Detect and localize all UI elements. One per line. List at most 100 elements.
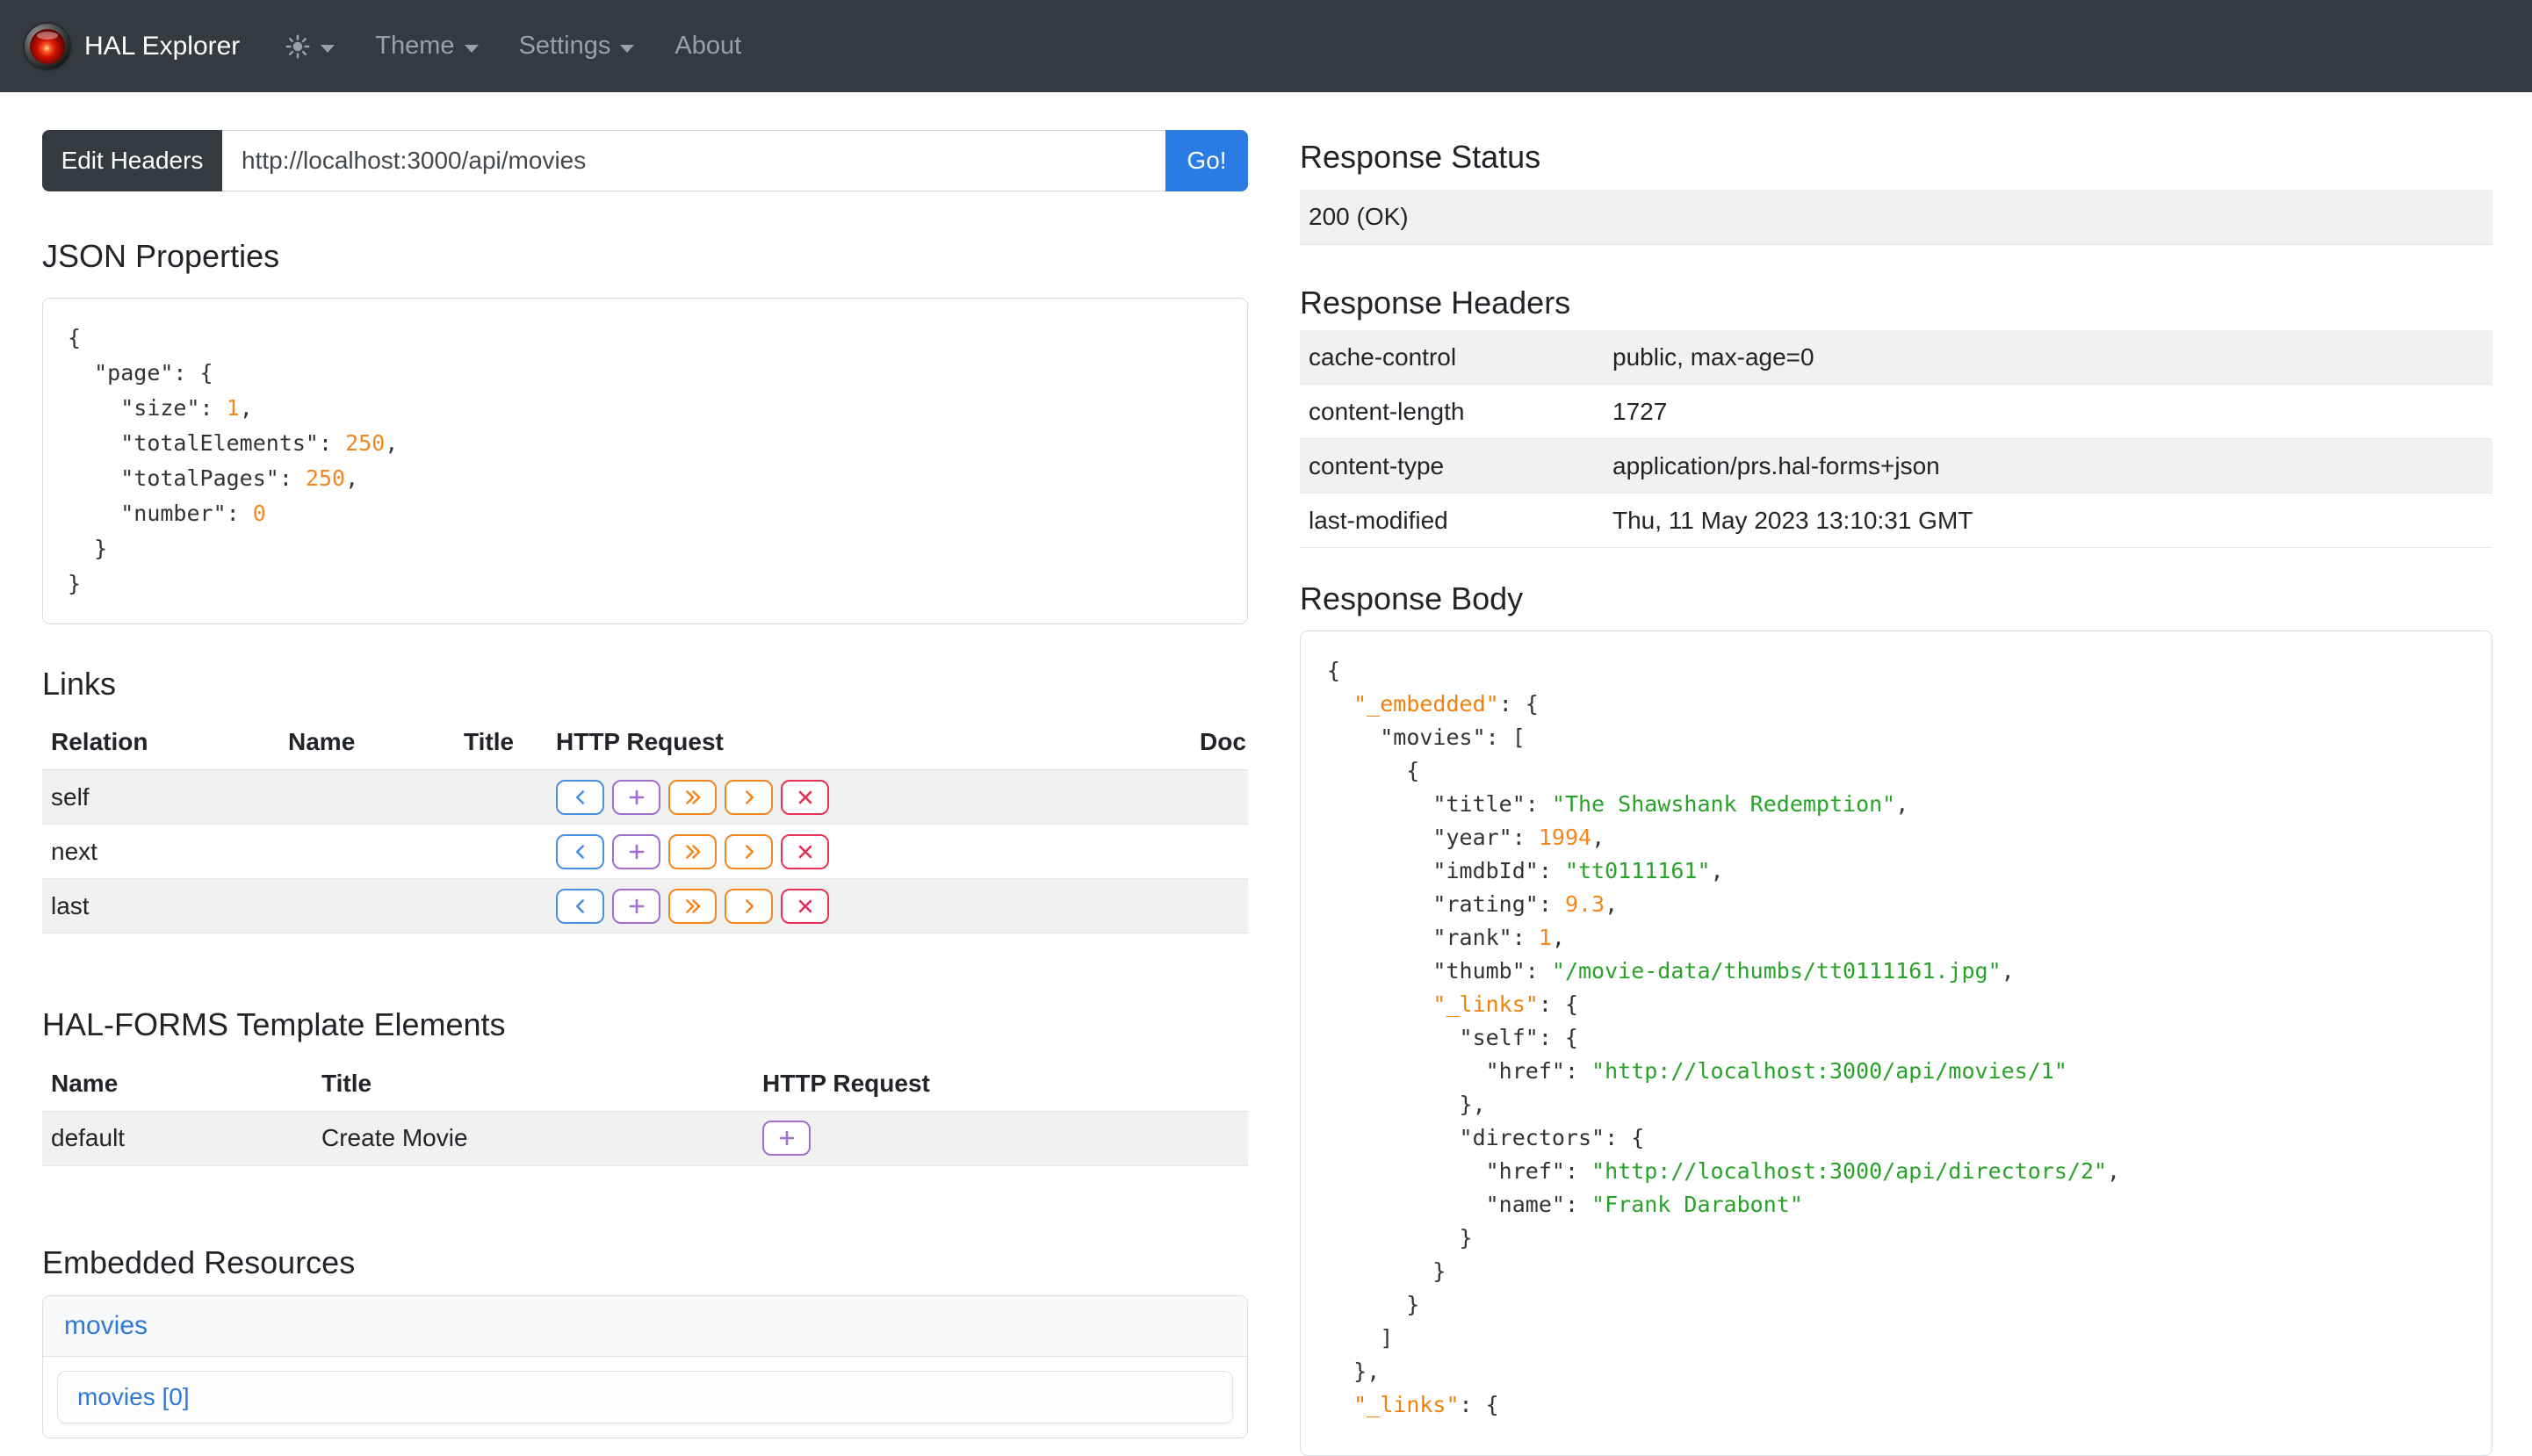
table-row: 200 (OK) xyxy=(1300,190,2492,244)
chevron-right-icon xyxy=(738,786,761,809)
sun-icon xyxy=(285,33,311,60)
go-button[interactable]: Go! xyxy=(1165,130,1248,191)
header-value: public, max-age=0 xyxy=(1604,330,2492,385)
response-body-heading: Response Body xyxy=(1300,580,2492,617)
delete-request-button[interactable] xyxy=(781,834,829,869)
link-row-next: next xyxy=(42,825,1248,879)
patch-request-button[interactable] xyxy=(725,889,773,924)
hal-forms-row-default: default Create Movie xyxy=(42,1111,1248,1165)
double-chevron-right-icon xyxy=(682,840,704,863)
patch-request-button[interactable] xyxy=(725,780,773,815)
x-icon xyxy=(794,895,817,918)
response-status-heading: Response Status xyxy=(1300,138,2492,176)
chevron-down-icon xyxy=(465,45,479,53)
embedded-group-body: movies [0] xyxy=(43,1357,1247,1438)
movies-group-link[interactable]: movies xyxy=(64,1311,148,1340)
post-request-button[interactable] xyxy=(612,780,660,815)
header-value: Thu, 11 May 2023 13:10:31 GMT xyxy=(1604,494,2492,548)
put-request-button[interactable] xyxy=(668,889,717,924)
json-properties-heading: JSON Properties xyxy=(42,237,1248,275)
hal-forms-heading: HAL-FORMS Template Elements xyxy=(42,1006,1248,1043)
chevron-left-icon xyxy=(569,786,592,809)
get-request-button[interactable] xyxy=(556,889,604,924)
request-bar: Edit Headers Go! xyxy=(42,130,1248,191)
header-name: content-type xyxy=(1300,439,1604,494)
plus-icon xyxy=(625,840,648,863)
post-request-button[interactable] xyxy=(612,834,660,869)
response-body-code: { "_embedded": { "movies": [ { "title": … xyxy=(1327,654,2465,1422)
table-row: content-type application/prs.hal-forms+j… xyxy=(1300,439,2492,494)
movies-item-link[interactable]: movies [0] xyxy=(77,1383,190,1410)
column-header-http-request: HTTP Request xyxy=(556,715,1191,770)
list-item: movies [0] xyxy=(57,1371,1233,1424)
x-icon xyxy=(794,840,817,863)
post-request-button[interactable] xyxy=(612,889,660,924)
column-header-name: Name xyxy=(279,715,455,770)
column-header-doc: Doc xyxy=(1191,715,1248,770)
x-icon xyxy=(794,786,817,809)
response-status-table: 200 (OK) xyxy=(1300,190,2492,245)
nav-item-about[interactable]: About xyxy=(654,32,761,61)
get-request-button[interactable] xyxy=(556,834,604,869)
header-value: application/prs.hal-forms+json xyxy=(1604,439,2492,494)
relation-cell: next xyxy=(42,825,279,879)
post-request-button[interactable] xyxy=(762,1121,811,1156)
url-input[interactable] xyxy=(222,130,1165,191)
column-header-title: Title xyxy=(455,715,556,770)
status-value: 200 (OK) xyxy=(1300,190,2492,244)
response-headers-table: cache-control public, max-age=0 content-… xyxy=(1300,330,2492,549)
chevron-down-icon xyxy=(620,45,634,53)
chevron-right-icon xyxy=(738,840,761,863)
table-row: content-length 1727 xyxy=(1300,385,2492,439)
embedded-group-header: movies xyxy=(43,1296,1247,1357)
column-header-title: Title xyxy=(313,1056,754,1112)
patch-request-button[interactable] xyxy=(725,834,773,869)
chevron-left-icon xyxy=(569,840,592,863)
embedded-resources-heading: Embedded Resources xyxy=(42,1243,1248,1281)
plus-icon xyxy=(625,895,648,918)
hal9000-logo-icon xyxy=(25,24,70,69)
name-cell xyxy=(279,825,455,879)
get-request-button[interactable] xyxy=(556,780,604,815)
put-request-button[interactable] xyxy=(668,834,717,869)
http-request-buttons xyxy=(556,825,1191,879)
embedded-resources-card: movies movies [0] xyxy=(42,1295,1248,1438)
json-properties-card: { "page": { "size": 1, "totalElements": … xyxy=(42,298,1248,624)
brand[interactable]: HAL Explorer xyxy=(25,24,240,69)
link-row-last: last xyxy=(42,879,1248,933)
links-table: Relation Name Title HTTP Request Doc sel… xyxy=(42,715,1248,933)
doc-cell xyxy=(1191,825,1248,879)
link-row-self: self xyxy=(42,770,1248,825)
doc-cell xyxy=(1191,770,1248,825)
put-request-button[interactable] xyxy=(668,780,717,815)
header-name: content-length xyxy=(1300,385,1604,439)
header-value: 1727 xyxy=(1604,385,2492,439)
title-cell xyxy=(455,879,556,933)
relation-cell: last xyxy=(42,879,279,933)
json-properties-code: { "page": { "size": 1, "totalElements": … xyxy=(68,321,1223,602)
links-heading: Links xyxy=(42,665,1248,703)
delete-request-button[interactable] xyxy=(781,889,829,924)
nav-item-settings[interactable]: Settings xyxy=(499,32,655,61)
table-row: cache-control public, max-age=0 xyxy=(1300,330,2492,385)
nav-item-theme[interactable]: Theme xyxy=(355,32,498,61)
column-header-http-request: HTTP Request xyxy=(754,1056,1248,1112)
title-cell xyxy=(455,825,556,879)
theme-mode-dropdown[interactable] xyxy=(264,33,355,60)
nav-items: Theme Settings About xyxy=(264,32,761,61)
doc-cell xyxy=(1191,879,1248,933)
http-request-buttons xyxy=(556,770,1191,825)
delete-request-button[interactable] xyxy=(781,780,829,815)
http-request-buttons xyxy=(556,879,1191,933)
chevron-right-icon xyxy=(738,895,761,918)
chevron-left-icon xyxy=(569,895,592,918)
title-cell: Create Movie xyxy=(313,1111,754,1165)
nav-item-label: Theme xyxy=(375,32,454,61)
header-name: cache-control xyxy=(1300,330,1604,385)
edit-headers-button[interactable]: Edit Headers xyxy=(42,130,222,191)
plus-icon xyxy=(775,1127,798,1150)
nav-item-label: Settings xyxy=(519,32,611,61)
plus-icon xyxy=(625,786,648,809)
response-headers-heading: Response Headers xyxy=(1300,284,2492,321)
name-cell: default xyxy=(42,1111,313,1165)
